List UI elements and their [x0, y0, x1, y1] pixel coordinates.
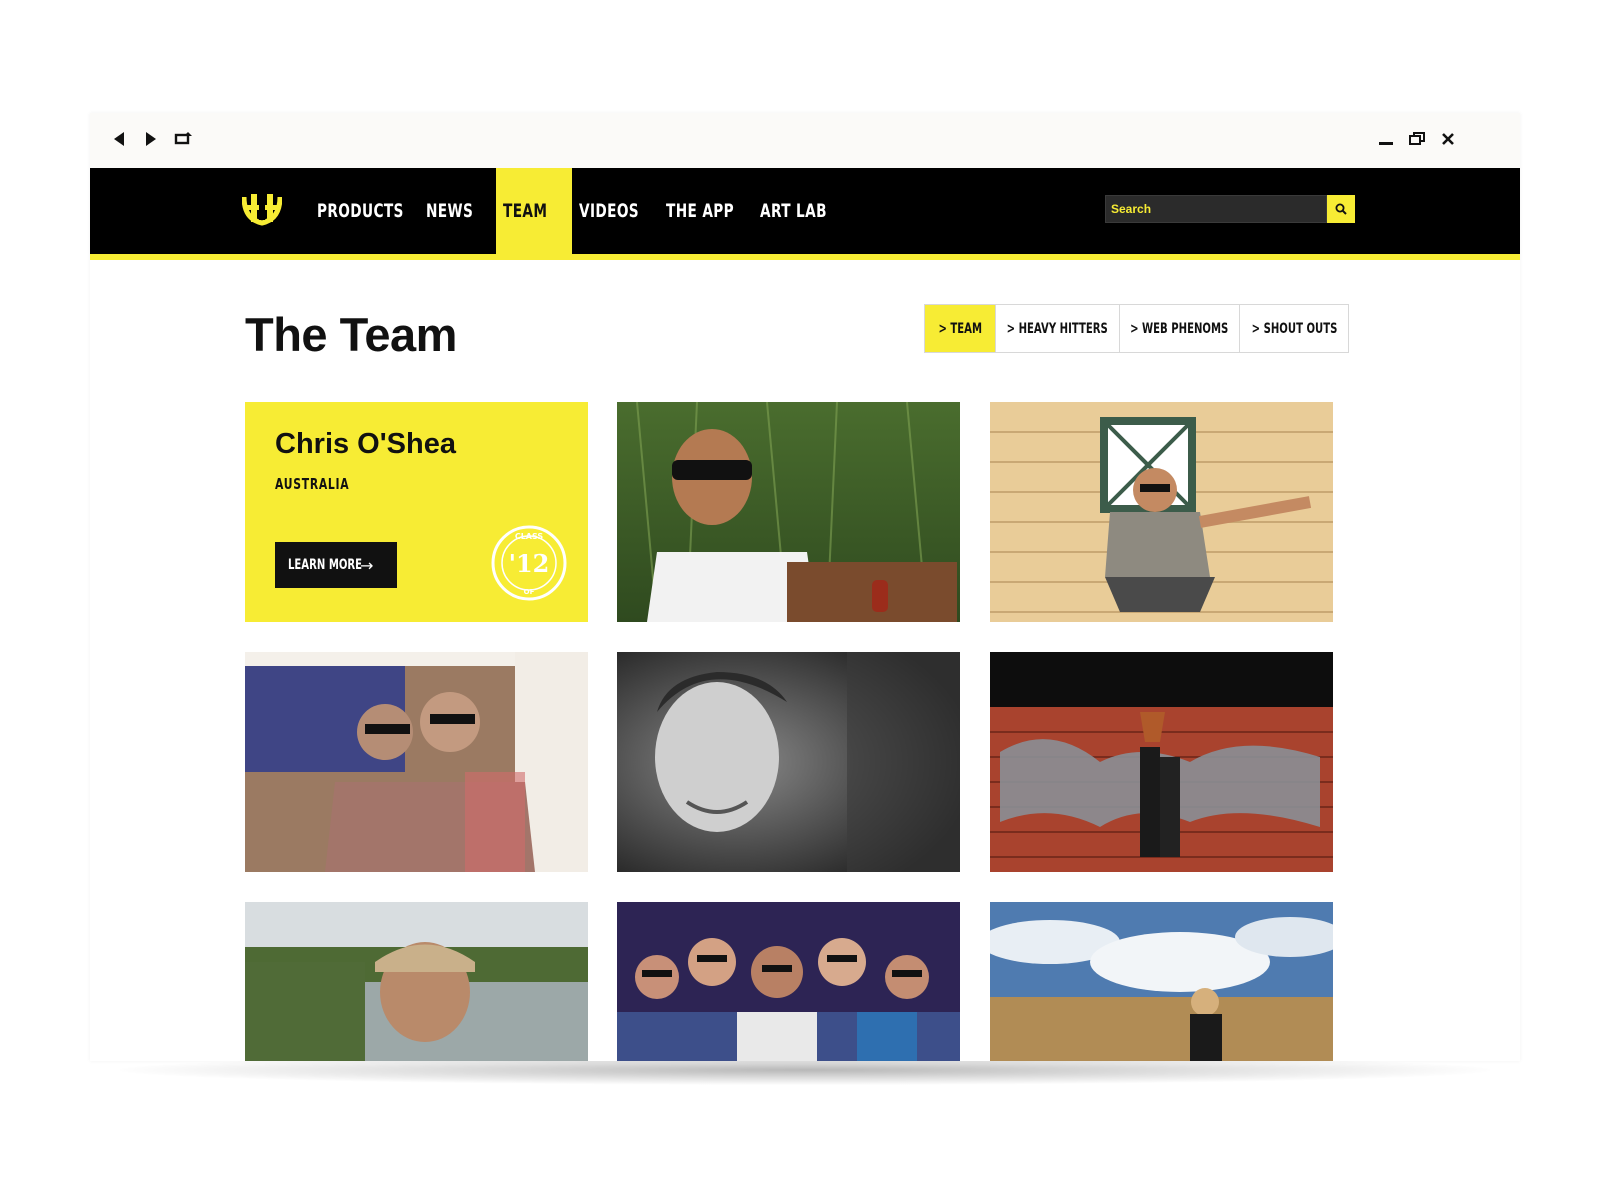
- tab-team[interactable]: > TEAM: [925, 305, 996, 352]
- restore-icon[interactable]: [1404, 126, 1430, 152]
- nav-videos[interactable]: VIDEOS: [579, 168, 639, 254]
- nav-the-app[interactable]: THE APP: [666, 168, 734, 254]
- nav-team[interactable]: TEAM: [503, 168, 547, 254]
- member-country: AUSTRALIA: [275, 475, 350, 493]
- learn-more-button[interactable]: LEARN MORE →: [275, 542, 397, 588]
- featured-member-card[interactable]: Chris O'Shea AUSTRALIA LEARN MORE → CLAS…: [245, 402, 588, 622]
- page: PRODUCTS NEWS TEAM VIDEOS THE APP ART LA…: [0, 0, 1600, 1200]
- main-nav: PRODUCTS NEWS TEAM VIDEOS THE APP ART LA…: [90, 168, 1520, 254]
- member-name: Chris O'Shea: [275, 428, 456, 460]
- forward-arrow-icon[interactable]: [138, 126, 164, 152]
- team-filter-tabs: > TEAM > HEAVY HITTERS > WEB PHENOMS > S…: [924, 304, 1349, 353]
- search-button[interactable]: [1327, 195, 1355, 223]
- nav-products[interactable]: PRODUCTS: [317, 168, 404, 254]
- tab-heavy-hitters[interactable]: > HEAVY HITTERS: [996, 305, 1120, 352]
- team-photo-collage[interactable]: [245, 652, 588, 872]
- nav-news[interactable]: NEWS: [426, 168, 473, 254]
- team-photo-graffiti-wall[interactable]: [990, 652, 1333, 872]
- nav-accent-line: [90, 254, 1520, 260]
- team-photo-portrait-bw[interactable]: [617, 652, 960, 872]
- team-photo-jump[interactable]: [990, 402, 1333, 622]
- team-photo-lake-cap[interactable]: [245, 902, 588, 1061]
- hh-logo[interactable]: [241, 193, 283, 227]
- svg-text:OF: OF: [524, 588, 535, 596]
- browser-window: PRODUCTS NEWS TEAM VIDEOS THE APP ART LA…: [90, 113, 1520, 1061]
- search-icon: [1335, 203, 1347, 215]
- back-arrow-icon[interactable]: [106, 126, 132, 152]
- team-photo-field-sky[interactable]: [990, 902, 1333, 1061]
- tab-web-phenoms[interactable]: > WEB PHENOMS: [1120, 305, 1240, 352]
- close-icon[interactable]: [1435, 126, 1461, 152]
- nav-art-lab[interactable]: ART LAB: [760, 168, 827, 254]
- svg-text:CLASS: CLASS: [515, 532, 544, 541]
- page-title: The Team: [245, 308, 457, 361]
- class-of-12-badge: CLASS '12 OF: [491, 525, 567, 601]
- refresh-icon[interactable]: [170, 126, 196, 152]
- team-photo-cornfield[interactable]: [617, 402, 960, 622]
- minimize-icon[interactable]: [1373, 126, 1399, 152]
- window-chrome: [90, 113, 1520, 168]
- svg-text:'12: '12: [509, 549, 550, 578]
- team-photo-crowd[interactable]: [617, 902, 960, 1061]
- tab-shout-outs[interactable]: > SHOUT OUTS: [1240, 305, 1348, 352]
- search-input[interactable]: [1105, 195, 1327, 223]
